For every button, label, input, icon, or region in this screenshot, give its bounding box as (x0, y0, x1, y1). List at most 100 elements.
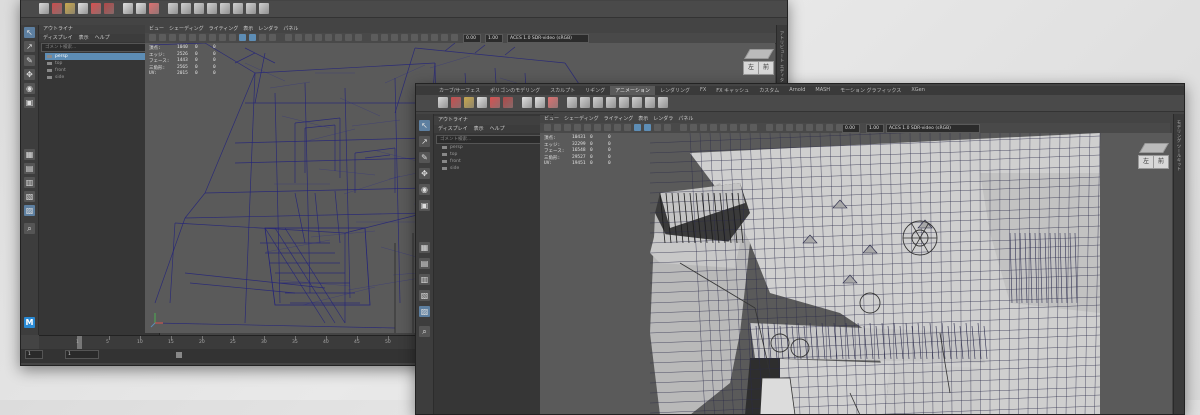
lasso-tool-icon[interactable]: ↗ (24, 41, 35, 52)
exposure-field[interactable]: 0.00 (842, 124, 860, 133)
outliner-search-input[interactable]: ゴメント検索... (41, 43, 156, 52)
shelf-tool-icon[interactable] (438, 97, 448, 108)
shelf-tab[interactable]: Arnold (784, 86, 810, 95)
select-tool-icon[interactable]: ↖ (24, 27, 35, 38)
viewport-tool-icon[interactable] (159, 34, 166, 41)
shelf-tool-icon[interactable] (619, 97, 629, 108)
viewport-tool-icon[interactable] (411, 34, 418, 41)
menu-help[interactable]: ヘルプ (95, 34, 110, 42)
viewport-tool-icon[interactable] (285, 34, 292, 41)
outliner-view-icon[interactable]: ▧ (24, 191, 35, 202)
shelf-tool-icon[interactable] (606, 97, 616, 108)
viewport-tool-icon[interactable] (295, 34, 302, 41)
shelf-tool-icon[interactable] (490, 97, 500, 108)
viewport-tool-icon[interactable] (786, 124, 793, 131)
scale-tool-icon[interactable]: ▣ (419, 200, 430, 211)
view-cube-icon[interactable]: 左 前 (743, 49, 774, 75)
shelf-tool-icon[interactable] (136, 3, 146, 14)
outliner-item-front[interactable]: front (440, 158, 550, 165)
viewport-tool-icon[interactable] (584, 124, 591, 131)
viewport-tool-icon[interactable] (355, 34, 362, 41)
shelf-tool-icon[interactable] (194, 3, 204, 14)
rotate-tool-icon[interactable]: ◉ (419, 184, 430, 195)
viewport-tool-icon[interactable] (381, 34, 388, 41)
modeling-toolkit-tab[interactable]: モデリング ツールキット (1173, 114, 1184, 414)
shelf-tab[interactable]: FX キャッシュ (711, 86, 754, 95)
vp-menu-lighting[interactable]: ライティング (209, 25, 239, 33)
viewport-tool-icon[interactable] (421, 34, 428, 41)
shelf-tool-icon[interactable] (503, 97, 513, 108)
outliner-item-top[interactable]: top (440, 151, 550, 158)
viewport-tool-icon[interactable] (700, 124, 707, 131)
shelf-tool-icon[interactable] (78, 3, 88, 14)
single-view-icon[interactable]: ▦ (24, 149, 35, 160)
shelf-tab[interactable]: MASH (810, 86, 835, 95)
shelf-tool-icon[interactable] (535, 97, 545, 108)
viewport-tool-icon[interactable] (554, 124, 561, 131)
move-tool-icon[interactable]: ✥ (24, 69, 35, 80)
vp-menu-view[interactable]: ビュー (149, 25, 164, 33)
range-start-field[interactable]: 1 (25, 350, 43, 359)
menu-help[interactable]: ヘルプ (490, 125, 505, 133)
scale-tool-icon[interactable]: ▣ (24, 97, 35, 108)
viewport-tool-icon[interactable] (836, 124, 843, 131)
shelf-tool-icon[interactable] (580, 97, 590, 108)
viewport-tool-icon[interactable] (750, 124, 757, 131)
outliner-item-side[interactable]: side (440, 165, 550, 172)
shelf-tool-icon[interactable] (149, 3, 159, 14)
shelf-tool-icon[interactable] (593, 97, 603, 108)
viewport-tool-icon[interactable] (796, 124, 803, 131)
shelf-tool-icon[interactable] (207, 3, 217, 14)
select-tool-icon[interactable]: ↖ (419, 120, 430, 131)
viewport-tool-icon[interactable] (644, 124, 651, 131)
viewport-tool-icon[interactable] (690, 124, 697, 131)
viewport-tool-icon[interactable] (391, 34, 398, 41)
shelf-tool-icon[interactable] (522, 97, 532, 108)
shelf-tool-icon[interactable] (658, 97, 668, 108)
viewport-tool-icon[interactable] (564, 124, 571, 131)
shelf-tab[interactable]: アニメーション (610, 86, 655, 95)
viewport-tool-icon[interactable] (806, 124, 813, 131)
shelf-tab[interactable]: FX (695, 86, 711, 95)
zoom-icon[interactable]: ⌕ (419, 326, 430, 337)
vp-menu-show[interactable]: 表示 (638, 115, 648, 123)
viewport-tool-icon[interactable] (305, 34, 312, 41)
viewport-tool-icon[interactable] (441, 34, 448, 41)
vp-menu-panels[interactable]: パネル (678, 115, 693, 123)
rotate-tool-icon[interactable]: ◉ (24, 83, 35, 94)
viewport-tool-icon[interactable] (199, 34, 206, 41)
viewport-tool-icon[interactable] (259, 34, 266, 41)
shelf-tab[interactable]: レンダリング (655, 86, 695, 95)
menu-show[interactable]: 表示 (474, 125, 484, 133)
range-end-field[interactable]: 1 (65, 350, 99, 359)
zoom-icon[interactable]: ⌕ (24, 223, 35, 234)
viewport-tool-icon[interactable] (594, 124, 601, 131)
viewport-tool-icon[interactable] (371, 34, 378, 41)
shelf-tool-icon[interactable] (259, 3, 269, 14)
shelf-tab[interactable]: ポリゴンのモデリング (485, 86, 545, 95)
shelf-tab[interactable]: XGen (906, 86, 930, 95)
viewport-tool-icon[interactable] (209, 34, 216, 41)
viewport-tool-icon[interactable] (149, 34, 156, 41)
shelf-tool-icon[interactable] (65, 3, 75, 14)
paint-tool-icon[interactable]: ✎ (419, 152, 430, 163)
shelf-tool-icon[interactable] (477, 97, 487, 108)
viewport-tool-icon[interactable] (624, 124, 631, 131)
vp-menu-shading[interactable]: シェーディング (564, 115, 599, 123)
viewport-tool-icon[interactable] (614, 124, 621, 131)
layout-view-icon[interactable]: ▨ (419, 306, 430, 317)
shelf-tool-icon[interactable] (567, 97, 577, 108)
outliner-item-persp[interactable]: persp (440, 144, 550, 151)
viewport-tool-icon[interactable] (219, 34, 226, 41)
shelf-tab[interactable]: カスタム (754, 86, 784, 95)
viewport-tool-icon[interactable] (451, 34, 458, 41)
paint-tool-icon[interactable]: ✎ (24, 55, 35, 66)
menu-display[interactable]: ディスプレイ (438, 125, 468, 133)
shelf-tab[interactable]: カーブ/サーフェス (434, 86, 485, 95)
shelf-tool-icon[interactable] (233, 3, 243, 14)
viewport-tool-icon[interactable] (325, 34, 332, 41)
viewport-tool-icon[interactable] (730, 124, 737, 131)
view-cube-front[interactable]: 前 (1153, 155, 1169, 169)
shelf-tool-icon[interactable] (123, 3, 133, 14)
viewport-tool-icon[interactable] (816, 124, 823, 131)
